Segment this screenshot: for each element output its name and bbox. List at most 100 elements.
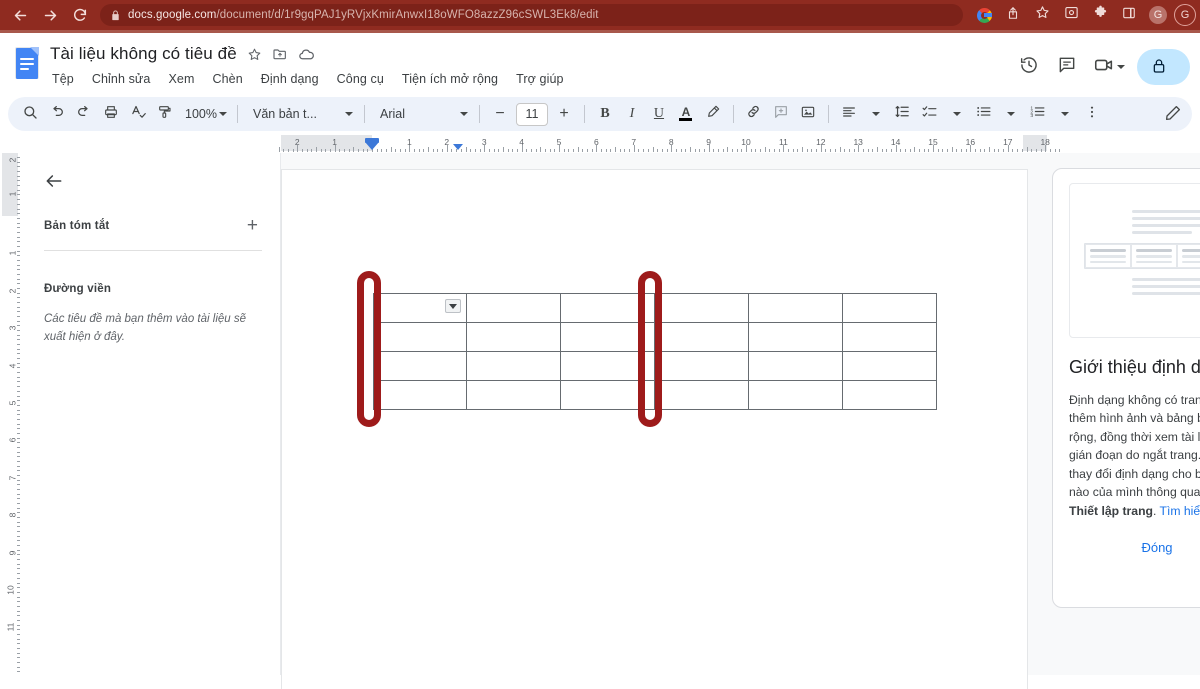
promo-learn-more-link[interactable]: Tìm hiểu thêm	[1160, 504, 1200, 518]
menu-item-insert[interactable]: Chèn	[210, 70, 244, 88]
menu-item-extensions[interactable]: Tiện ích mở rộng	[400, 70, 500, 88]
left-indent-marker[interactable]	[365, 142, 379, 150]
line-spacing-button[interactable]	[890, 101, 916, 127]
formatting-toolbar-wrapper: 100% Văn bản t... Arial − 11 + B I U A 1…	[0, 95, 1200, 133]
menu-item-format[interactable]: Định dạng	[259, 70, 321, 88]
paint-format-button[interactable]	[152, 101, 178, 127]
ruler-tick	[17, 474, 20, 476]
add-comment-button[interactable]	[768, 101, 794, 127]
align-dropdown[interactable]	[863, 101, 889, 127]
menu-item-file[interactable]: Tệp	[50, 70, 76, 88]
account-avatar-button[interactable]: G	[1145, 2, 1171, 28]
italic-button[interactable]: I	[619, 101, 645, 127]
table-cell[interactable]	[466, 293, 561, 323]
address-bar[interactable]: docs.google.com/document/d/1r9gqPAJ1yRVj…	[100, 4, 963, 26]
screenshot-button[interactable]	[1058, 2, 1084, 28]
insert-link-button[interactable]	[741, 101, 767, 127]
text-color-button[interactable]: A	[673, 101, 699, 127]
font-size-input[interactable]: 11	[515, 102, 548, 126]
document-title[interactable]: Tài liệu không có tiêu đề	[50, 44, 237, 64]
docs-logo-icon[interactable]	[12, 45, 42, 85]
table-cell[interactable]	[466, 380, 561, 410]
table-cell[interactable]	[560, 322, 655, 352]
promo-close-button[interactable]: Đóng	[1141, 540, 1172, 555]
table-cell[interactable]	[373, 351, 467, 381]
table-cell[interactable]	[842, 380, 937, 410]
back-button[interactable]	[6, 1, 34, 29]
table-cell[interactable]	[748, 293, 843, 323]
zoom-selector[interactable]: 100%	[179, 101, 230, 127]
table-cell[interactable]	[654, 380, 749, 410]
bulleted-list-button[interactable]	[971, 101, 997, 127]
increase-font-size-button[interactable]: +	[551, 101, 577, 127]
menu-item-tools[interactable]: Công cụ	[335, 70, 386, 88]
table-cell[interactable]	[748, 351, 843, 381]
menu-item-help[interactable]: Trợ giúp	[514, 70, 565, 88]
table-cell[interactable]	[654, 293, 749, 323]
more-options-button[interactable]	[1079, 101, 1105, 127]
share-document-button[interactable]	[1137, 49, 1190, 85]
ruler-tick	[703, 149, 705, 152]
document-page[interactable]	[281, 169, 1028, 689]
horizontal-ruler[interactable]: 2 1 1 2 3 4 5 6 7 8 9 10 11 12 13 14 15 16 17 18	[0, 133, 1200, 153]
forward-button[interactable]	[36, 1, 64, 29]
bookmark-button[interactable]	[1029, 2, 1055, 28]
redo-button[interactable]	[71, 101, 97, 127]
paragraph-style-selector[interactable]: Văn bản t...	[245, 101, 357, 127]
table-cell[interactable]	[466, 351, 561, 381]
menu-item-view[interactable]: Xem	[166, 70, 196, 88]
search-button[interactable]	[17, 101, 43, 127]
google-account-button[interactable]	[971, 2, 997, 28]
table-cell[interactable]	[748, 380, 843, 410]
reload-button[interactable]	[66, 1, 94, 29]
profile-avatar[interactable]: G	[1174, 4, 1196, 26]
hanging-indent-marker[interactable]	[453, 144, 464, 150]
cell-dropdown-icon[interactable]	[445, 299, 461, 313]
checklist-dropdown[interactable]	[944, 101, 970, 127]
table-cell[interactable]	[373, 322, 467, 352]
vertical-ruler[interactable]: 2 1 1 2 3 4 5 6 7 8 9 10 11	[0, 153, 22, 675]
first-line-indent-marker[interactable]	[365, 138, 379, 143]
table-cell[interactable]	[748, 322, 843, 352]
table-cell[interactable]	[842, 351, 937, 381]
close-outline-button[interactable]	[44, 171, 68, 195]
table-cell[interactable]	[560, 351, 655, 381]
table-cell[interactable]	[842, 322, 937, 352]
document-table[interactable]	[373, 293, 937, 410]
side-panel-button[interactable]	[1116, 2, 1142, 28]
meet-button[interactable]	[1087, 50, 1129, 84]
font-family-selector[interactable]: Arial	[372, 101, 472, 127]
menu-item-edit[interactable]: Chỉnh sửa	[90, 70, 153, 88]
undo-button[interactable]	[44, 101, 70, 127]
table-cell[interactable]	[560, 293, 655, 323]
numbered-list-button[interactable]: 123	[1025, 101, 1051, 127]
checklist-button[interactable]	[917, 101, 943, 127]
table-cell[interactable]	[466, 322, 561, 352]
extensions-button[interactable]	[1087, 2, 1113, 28]
decrease-font-size-button[interactable]: −	[487, 101, 513, 127]
table-cell[interactable]	[654, 322, 749, 352]
editing-mode-button[interactable]	[1160, 102, 1186, 128]
spellcheck-button[interactable]	[125, 101, 151, 127]
highlight-color-button[interactable]	[700, 101, 726, 127]
bulleted-list-dropdown[interactable]	[998, 101, 1024, 127]
table-cell[interactable]	[373, 293, 467, 323]
print-button[interactable]	[98, 101, 124, 127]
share-button[interactable]	[1000, 2, 1026, 28]
insert-image-button[interactable]	[795, 101, 821, 127]
add-summary-icon[interactable]: +	[247, 216, 262, 235]
table-cell[interactable]	[654, 351, 749, 381]
numbered-list-dropdown[interactable]	[1052, 101, 1078, 127]
table-cell[interactable]	[842, 293, 937, 323]
version-history-button[interactable]	[1011, 49, 1047, 85]
cloud-saved-icon[interactable]	[298, 46, 315, 63]
menu-bar: Tệp Chỉnh sửa Xem Chèn Định dạng Công cụ…	[50, 68, 1011, 90]
move-to-folder-icon[interactable]	[272, 46, 288, 62]
underline-button[interactable]: U	[646, 101, 672, 127]
comment-button[interactable]	[1049, 49, 1085, 85]
bold-button[interactable]: B	[592, 101, 618, 127]
star-icon[interactable]	[247, 47, 262, 62]
table-cell[interactable]	[560, 380, 655, 410]
align-button[interactable]	[836, 101, 862, 127]
table-cell[interactable]	[373, 380, 467, 410]
